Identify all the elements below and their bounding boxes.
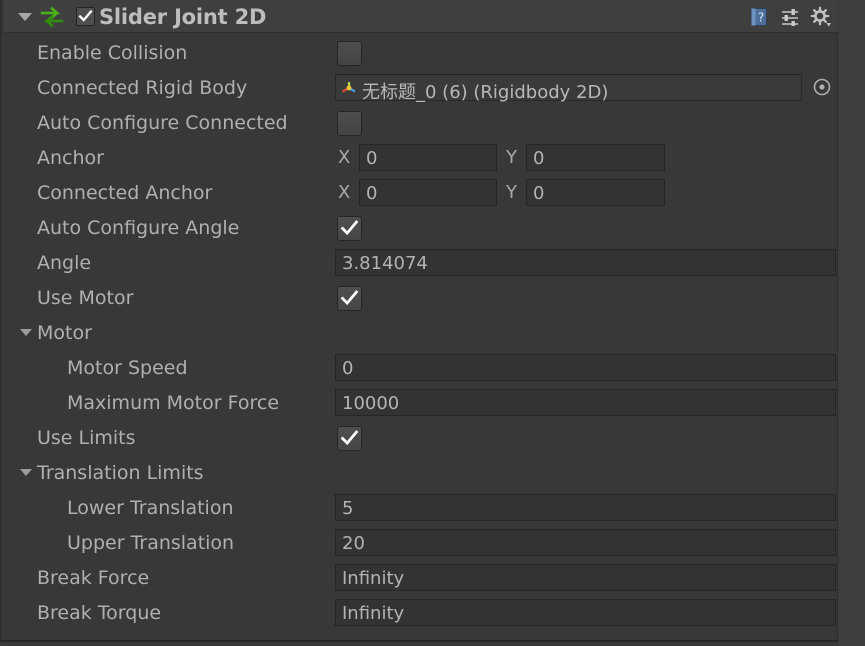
row-lower-translation: Lower Translation 5 xyxy=(4,491,840,526)
row-translation-limits-group[interactable]: Translation Limits xyxy=(4,456,840,491)
row-label: Translation Limits xyxy=(37,462,204,484)
help-icon[interactable]: ? xyxy=(748,6,770,28)
break-torque-input[interactable]: Infinity xyxy=(335,599,836,626)
row-upper-translation: Upper Translation 20 xyxy=(4,526,840,561)
use-limits-checkbox[interactable] xyxy=(337,426,362,451)
anchor-x-axis-label: X xyxy=(338,147,351,168)
connected-anchor-y-axis-label: Y xyxy=(506,182,517,203)
row-connected-anchor: Connected Anchor X 0 Y 0 xyxy=(4,176,840,211)
lower-translation-value: 5 xyxy=(342,498,354,519)
row-enable-collision: Enable Collision xyxy=(4,36,840,71)
component-header[interactable]: Slider Joint 2D ? xyxy=(4,0,840,33)
connected-anchor-x-input[interactable]: 0 xyxy=(359,179,497,206)
checkmark-icon xyxy=(340,430,359,446)
row-label: Anchor xyxy=(37,147,104,169)
row-auto-configure-angle: Auto Configure Angle xyxy=(4,211,840,246)
anchor-x-input[interactable]: 0 xyxy=(359,144,497,171)
auto-configure-angle-checkbox[interactable] xyxy=(337,216,362,241)
motor-speed-value: 0 xyxy=(342,358,354,379)
row-break-force: Break Force Infinity xyxy=(4,561,840,596)
row-label: Auto Configure Connected xyxy=(37,112,288,134)
settings-gear-icon[interactable] xyxy=(810,6,832,28)
component-enabled-checkbox[interactable] xyxy=(76,7,95,26)
break-force-input[interactable]: Infinity xyxy=(335,564,836,591)
anchor-y-axis-label: Y xyxy=(506,147,517,168)
break-torque-value: Infinity xyxy=(342,603,405,624)
rigidbody-2d-icon xyxy=(341,82,356,93)
connected-anchor-x-axis-label: X xyxy=(338,182,351,203)
connected-anchor-x-value: 0 xyxy=(366,183,378,204)
connected-rigid-body-object-field[interactable]: 无标题_0 (6) (Rigidbody 2D) xyxy=(335,74,802,103)
checkmark-icon xyxy=(78,9,93,22)
row-connected-rigid-body: Connected Rigid Body 无标题_0 (6) (Rigidbod… xyxy=(4,71,840,106)
row-label: Motor xyxy=(37,322,92,344)
enable-collision-checkbox[interactable] xyxy=(337,41,362,66)
motor-speed-input[interactable]: 0 xyxy=(335,354,836,381)
inspector-bottom-margin xyxy=(0,641,838,646)
row-label: Enable Collision xyxy=(37,42,188,64)
row-motor-group[interactable]: Motor xyxy=(4,316,840,351)
angle-value: 3.814074 xyxy=(342,253,428,274)
upper-translation-value: 20 xyxy=(342,533,365,554)
row-label: Maximum Motor Force xyxy=(67,392,280,414)
component-foldout-arrow[interactable] xyxy=(18,13,32,21)
row-label: Auto Configure Angle xyxy=(37,217,240,239)
row-break-torque: Break Torque Infinity xyxy=(4,596,840,631)
row-maximum-motor-force: Maximum Motor Force 10000 xyxy=(4,386,840,421)
anchor-y-value: 0 xyxy=(533,148,545,169)
anchor-x-value: 0 xyxy=(366,148,378,169)
row-anchor: Anchor X 0 Y 0 xyxy=(4,141,840,176)
row-label: Connected Anchor xyxy=(37,182,213,204)
use-motor-checkbox[interactable] xyxy=(337,286,362,311)
inspector-right-margin xyxy=(838,0,865,646)
row-use-limits: Use Limits xyxy=(4,421,840,456)
row-label: Use Limits xyxy=(37,427,136,449)
lower-translation-input[interactable]: 5 xyxy=(335,494,836,521)
connected-rigid-body-value: 无标题_0 (6) (Rigidbody 2D) xyxy=(362,82,609,103)
joint-2d-icon xyxy=(40,6,64,28)
maximum-motor-force-value: 10000 xyxy=(342,393,400,414)
row-auto-configure-connected: Auto Configure Connected xyxy=(4,106,840,141)
preset-icon[interactable] xyxy=(779,6,801,28)
row-label: Lower Translation xyxy=(67,497,234,519)
motor-foldout-arrow[interactable] xyxy=(20,329,32,336)
translation-limits-foldout-arrow[interactable] xyxy=(20,469,32,476)
row-angle: Angle 3.814074 xyxy=(4,246,840,281)
row-label: Use Motor xyxy=(37,287,134,309)
row-use-motor: Use Motor xyxy=(4,281,840,316)
connected-anchor-y-input[interactable]: 0 xyxy=(526,179,665,206)
connected-anchor-y-value: 0 xyxy=(533,183,545,204)
component-title: Slider Joint 2D xyxy=(99,5,267,29)
row-label: Break Force xyxy=(37,567,150,589)
row-label: Upper Translation xyxy=(67,532,235,554)
checkmark-icon xyxy=(340,290,359,306)
row-label: Connected Rigid Body xyxy=(37,77,248,99)
auto-configure-connected-checkbox[interactable] xyxy=(337,111,362,136)
row-label: Angle xyxy=(37,252,92,274)
break-force-value: Infinity xyxy=(342,568,405,589)
maximum-motor-force-input[interactable]: 10000 xyxy=(335,389,836,416)
slider-joint-2d-component: Slider Joint 2D ? Enable Collision Conne… xyxy=(0,0,840,641)
inspector-panel: Slider Joint 2D ? Enable Collision Conne… xyxy=(0,0,865,646)
svg-text:?: ? xyxy=(758,11,764,25)
angle-input[interactable]: 3.814074 xyxy=(335,249,836,276)
checkmark-icon xyxy=(340,220,359,236)
row-motor-speed: Motor Speed 0 xyxy=(4,351,840,386)
anchor-y-input[interactable]: 0 xyxy=(526,144,665,171)
upper-translation-input[interactable]: 20 xyxy=(335,529,836,556)
header-icon-group: ? xyxy=(748,6,832,28)
row-label: Motor Speed xyxy=(67,357,188,379)
object-picker-icon[interactable] xyxy=(812,77,832,97)
row-label: Break Torque xyxy=(37,602,162,624)
